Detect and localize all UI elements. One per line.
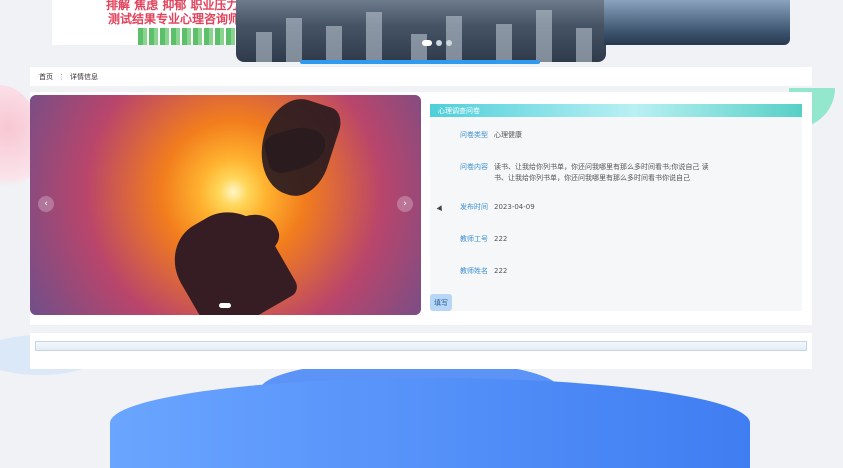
detail-fields: 问卷类型 心理健康 问卷内容 读书、让我给你列书单，你还问我哪里有那么多时间看书…: [430, 117, 802, 311]
banner-indicators[interactable]: [422, 40, 452, 46]
banner-dot-1[interactable]: [422, 40, 432, 46]
lower-tab-bar[interactable]: [35, 341, 807, 351]
decor-bottom-wave: [110, 378, 750, 468]
field-label: 教师工号: [460, 235, 488, 243]
banner-underline: [300, 60, 540, 64]
field-label: 教师姓名: [460, 267, 488, 275]
breadcrumb: 首页 ⋮ 详情信息: [30, 67, 812, 86]
banner-dot-3[interactable]: [446, 40, 452, 46]
banner-dot-2[interactable]: [436, 40, 442, 46]
carousel-prev-icon[interactable]: ‹: [38, 196, 54, 212]
breadcrumb-home[interactable]: 首页: [39, 72, 53, 82]
breadcrumb-separator: ⋮: [58, 72, 65, 81]
banner-slide-left: 排解 焦虑 抑郁 职业压力 测试结果专业心理咨询师: [52, 0, 238, 45]
hand-silhouette-bottom: [159, 195, 301, 315]
field-value: 222: [494, 235, 508, 243]
field-value: 心理健康: [494, 131, 522, 139]
detail-title: 心理调查问卷: [430, 104, 802, 117]
banner-text-line2: 测试结果专业心理咨询师: [108, 12, 238, 26]
banner-slide-right: [604, 0, 790, 45]
carousel-indicator[interactable]: [219, 303, 231, 308]
field-value: 222: [494, 267, 508, 275]
banner-city-illustration: [138, 28, 238, 45]
image-carousel[interactable]: ‹ ›: [30, 95, 421, 315]
field-value: 2023-04-09: [494, 203, 535, 211]
breadcrumb-current: 详情信息: [70, 72, 98, 81]
banner-slide-main[interactable]: [236, 0, 606, 62]
detail-panel: ‹ › 心理调查问卷 问卷类型 心理健康 问卷内容 读书、让我给你列书单，你还问…: [30, 92, 812, 325]
carousel-next-icon[interactable]: ›: [397, 196, 413, 212]
lower-panel: [30, 333, 812, 369]
field-label: 问卷类型: [460, 131, 488, 139]
field-label: 发布时间: [460, 203, 488, 211]
fill-button[interactable]: 填写: [430, 294, 452, 311]
field-value: 读书、让我给你列书单，你还问我哪里有那么多时间看书;你说自己 读书、让我给你列书…: [494, 163, 709, 182]
field-label: 问卷内容: [460, 163, 488, 171]
